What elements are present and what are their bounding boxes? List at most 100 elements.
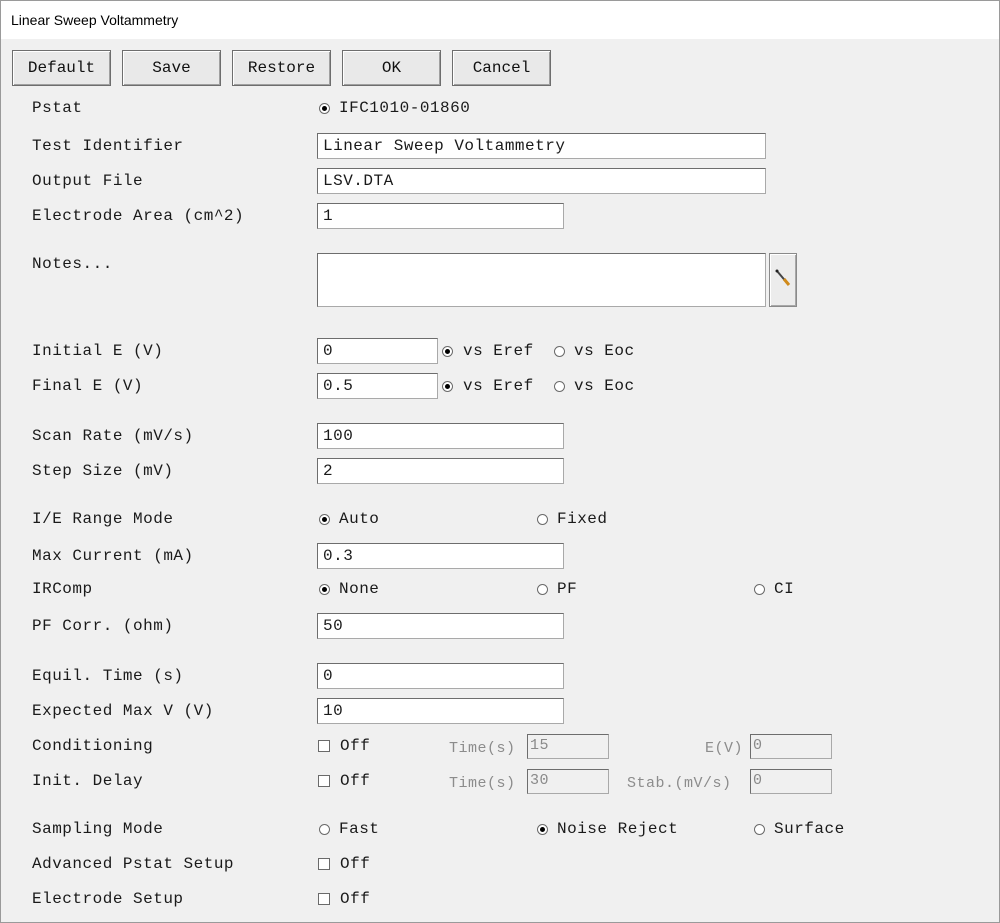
scan-rate-input[interactable]: 100 [317,423,564,449]
radio-selected-icon[interactable] [319,583,330,595]
radio-unselected-icon[interactable] [319,823,330,835]
init-delay-label: Init. Delay [32,772,144,790]
notes-edit-button[interactable] [769,253,797,307]
notes-input[interactable] [317,253,766,307]
test-identifier-label: Test Identifier [32,137,184,155]
initial-e-vs-eoc-label: vs Eoc [574,342,635,360]
window-title: Linear Sweep Voltammetry [11,12,179,28]
checkbox-unchecked-icon[interactable] [318,775,330,787]
radio-selected-icon[interactable] [442,380,453,392]
radio-selected-icon[interactable] [537,823,548,835]
notes-label[interactable]: Notes... [32,255,113,273]
max-current-label: Max Current (mA) [32,547,194,565]
output-file-input[interactable]: LSV.DTA [317,168,766,194]
radio-unselected-icon[interactable] [554,345,565,357]
electrode-area-input[interactable]: 1 [317,203,564,229]
final-e-vs-eref-radio[interactable]: vs Eref [442,377,534,395]
step-size-input[interactable]: 2 [317,458,564,484]
conditioning-e-label: E(V) [705,740,744,757]
advanced-pstat-setup-check-label: Off [340,855,371,873]
initial-e-vs-eref-radio[interactable]: vs Eref [442,342,534,360]
checkbox-unchecked-icon[interactable] [318,893,330,905]
sampling-surface-label: Surface [774,820,845,838]
ircomp-ci-label: CI [774,580,795,598]
ie-range-fixed-radio[interactable]: Fixed [537,510,608,528]
ie-range-mode-label: I/E Range Mode [32,510,174,528]
initial-e-vs-eoc-radio[interactable]: vs Eoc [554,342,635,360]
conditioning-check-label: Off [340,737,371,755]
pf-corr-label: PF Corr. (ohm) [32,617,174,635]
test-identifier-input[interactable]: Linear Sweep Voltammetry [317,133,766,159]
sampling-noise-reject-radio[interactable]: Noise Reject [537,820,678,838]
initial-e-label: Initial E (V) [32,342,164,360]
ie-range-auto-radio[interactable]: Auto [319,510,379,528]
step-size-label: Step Size (mV) [32,462,174,480]
final-e-label: Final E (V) [32,377,144,395]
scan-rate-label: Scan Rate (mV/s) [32,427,194,445]
restore-button[interactable]: Restore [232,50,331,86]
ircomp-label: IRComp [32,580,93,598]
init-delay-stab-label: Stab.(mV/s) [627,775,732,792]
radio-selected-icon[interactable] [442,345,453,357]
equil-time-input[interactable]: 0 [317,663,564,689]
final-e-vs-eoc-radio[interactable]: vs Eoc [554,377,635,395]
sampling-mode-label: Sampling Mode [32,820,164,838]
initial-e-vs-eref-label: vs Eref [463,342,534,360]
ircomp-none-radio[interactable]: None [319,580,379,598]
pf-corr-input[interactable]: 50 [317,613,564,639]
expected-max-v-label: Expected Max V (V) [32,702,214,720]
radio-unselected-icon[interactable] [754,583,765,595]
radio-unselected-icon[interactable] [537,513,548,525]
advanced-pstat-setup-checkbox[interactable]: Off [318,855,370,873]
init-delay-check-label: Off [340,772,371,790]
conditioning-time-label: Time(s) [449,740,516,757]
pstat-radio[interactable]: IFC1010-01860 [319,99,470,117]
init-delay-time-input[interactable]: 30 [527,769,609,794]
final-e-vs-eoc-label: vs Eoc [574,377,635,395]
ircomp-pf-radio[interactable]: PF [537,580,577,598]
pstat-value: IFC1010-01860 [339,99,471,117]
dialog-window: Linear Sweep Voltammetry Default Save Re… [0,0,1000,923]
sampling-noise-reject-label: Noise Reject [557,820,679,838]
expected-max-v-input[interactable]: 10 [317,698,564,724]
ie-range-fixed-label: Fixed [557,510,608,528]
title-bar: Linear Sweep Voltammetry [1,1,999,39]
ok-button[interactable]: OK [342,50,441,86]
default-button[interactable]: Default [12,50,111,86]
checkbox-unchecked-icon[interactable] [318,858,330,870]
sampling-fast-label: Fast [339,820,380,838]
radio-unselected-icon[interactable] [537,583,548,595]
sampling-surface-radio[interactable]: Surface [754,820,845,838]
electrode-setup-check-label: Off [340,890,371,908]
cancel-button[interactable]: Cancel [452,50,551,86]
radio-unselected-icon[interactable] [754,823,765,835]
ircomp-pf-label: PF [557,580,578,598]
init-delay-time-label: Time(s) [449,775,516,792]
final-e-vs-eref-label: vs Eref [463,377,534,395]
conditioning-time-input[interactable]: 15 [527,734,609,759]
electrode-area-label: Electrode Area (cm^2) [32,207,245,225]
ircomp-none-label: None [339,580,380,598]
final-e-input[interactable]: 0.5 [317,373,438,399]
electrode-setup-checkbox[interactable]: Off [318,890,370,908]
save-button[interactable]: Save [122,50,221,86]
pencil-icon [774,267,792,294]
initial-e-input[interactable]: 0 [317,338,438,364]
pstat-label: Pstat [32,99,83,117]
output-file-label: Output File [32,172,144,190]
conditioning-e-input[interactable]: 0 [750,734,832,759]
ircomp-ci-radio[interactable]: CI [754,580,794,598]
init-delay-checkbox[interactable]: Off [318,772,370,790]
radio-unselected-icon[interactable] [554,380,565,392]
equil-time-label: Equil. Time (s) [32,667,184,685]
sampling-fast-radio[interactable]: Fast [319,820,379,838]
advanced-pstat-setup-label: Advanced Pstat Setup [32,855,235,873]
conditioning-label: Conditioning [32,737,154,755]
conditioning-checkbox[interactable]: Off [318,737,370,755]
radio-selected-icon[interactable] [319,513,330,525]
checkbox-unchecked-icon[interactable] [318,740,330,752]
max-current-input[interactable]: 0.3 [317,543,564,569]
init-delay-stab-input[interactable]: 0 [750,769,832,794]
radio-selected-icon[interactable] [319,102,330,114]
electrode-setup-label: Electrode Setup [32,890,184,908]
